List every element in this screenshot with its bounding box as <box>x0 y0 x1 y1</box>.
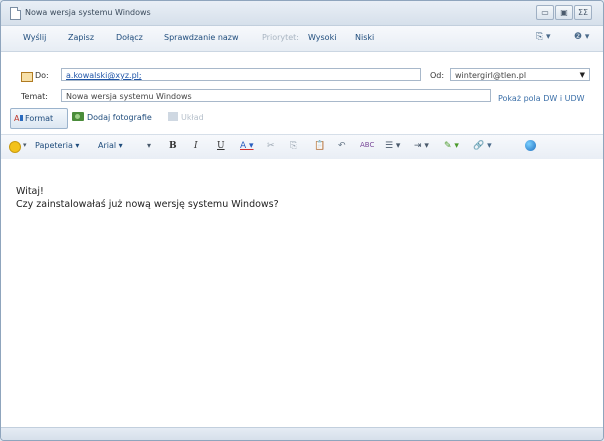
from-label: Od: <box>430 71 445 80</box>
layout-button[interactable]: Układ <box>181 113 204 122</box>
maximize-button[interactable]: ▣ <box>555 5 573 20</box>
dropdown-arrow-icon: ▼ <box>579 71 585 79</box>
command-bar: Wyślij Zapisz Dołącz Sprawdzanie nazw Pr… <box>1 26 603 52</box>
emoticon-icon[interactable] <box>9 141 21 153</box>
font-dropdown[interactable]: Arial ▾ <box>98 141 123 150</box>
from-select[interactable]: wintergirl@tlen.pl ▼ <box>450 68 590 81</box>
formatting-toolbar: ▾ Papeteria ▾ Arial ▾ ▾ B I U A ▾ ✂ ⎘ 📋 … <box>1 134 603 160</box>
to-recipient[interactable]: a.kowalski@xyz.pl; <box>66 71 142 80</box>
svg-text:A: A <box>14 114 20 123</box>
view-icon[interactable]: ⎘ ▾ <box>536 32 551 42</box>
italic-button[interactable]: I <box>194 141 198 151</box>
compose-window: Nowa wersja systemu Windows ▭ ▣ ΣΣ Wyśli… <box>0 0 604 441</box>
help-icon[interactable]: ❷ ▾ <box>574 32 589 42</box>
font-color-button[interactable]: A ▾ <box>240 141 254 151</box>
indent-icon[interactable]: ⇥ ▾ <box>414 141 429 151</box>
window-title: Nowa wersja systemu Windows <box>25 8 151 17</box>
priority-high-button[interactable]: Wysoki <box>308 33 336 42</box>
underline-button[interactable]: U <box>217 141 225 151</box>
status-bar <box>1 427 603 440</box>
priority-label: Priorytet: <box>262 33 300 42</box>
minimize-button[interactable]: ▭ <box>536 5 554 20</box>
save-button[interactable]: Zapisz <box>68 33 94 42</box>
close-button[interactable]: ΣΣ <box>574 5 592 20</box>
copy-icon[interactable]: ⎘ <box>290 141 297 151</box>
stationery-dropdown[interactable]: Papeteria ▾ <box>35 141 79 150</box>
cut-icon[interactable]: ✂ <box>267 141 275 151</box>
priority-low-button[interactable]: Niski <box>355 33 374 42</box>
emoticon-dropdown-icon[interactable]: ▾ <box>23 141 27 149</box>
undo-icon[interactable]: ↶ <box>338 141 346 151</box>
font-size-dropdown[interactable]: ▾ <box>147 141 151 150</box>
paste-icon[interactable]: 📋 <box>314 141 325 151</box>
add-photos-button[interactable]: Dodaj fotografie <box>87 113 152 122</box>
format-label: Format <box>25 114 54 123</box>
layout-icon <box>168 112 178 121</box>
subject-field[interactable]: Nowa wersja systemu Windows <box>61 89 491 102</box>
title-bar: Nowa wersja systemu Windows ▭ ▣ ΣΣ <box>1 1 603 26</box>
subject-label: Temat: <box>21 92 48 101</box>
address-book-icon[interactable] <box>21 72 33 82</box>
globe-icon[interactable] <box>525 140 536 151</box>
send-button[interactable]: Wyślij <box>23 33 46 42</box>
document-icon <box>10 7 21 20</box>
attach-button[interactable]: Dołącz <box>116 33 143 42</box>
photo-icon <box>72 112 84 121</box>
bold-button[interactable]: B <box>169 141 177 151</box>
format-button[interactable]: A Format <box>10 108 68 129</box>
from-value: wintergirl@tlen.pl <box>455 71 527 80</box>
message-line-2: Czy zainstalowałaś już nową wersję syste… <box>16 199 279 210</box>
to-label: Do: <box>35 71 49 80</box>
link-icon[interactable]: 🔗 ▾ <box>473 141 492 151</box>
spelling-icon[interactable]: ABC <box>360 141 374 149</box>
list-icon[interactable]: ☰ ▾ <box>385 141 400 151</box>
message-body[interactable]: Witaj! Czy zainstalowałaś już nową wersj… <box>1 159 603 427</box>
show-cc-bcc-link[interactable]: Pokaż pola DW i UDW <box>498 94 585 103</box>
highlight-icon[interactable]: ✎ ▾ <box>444 141 459 151</box>
to-field[interactable]: a.kowalski@xyz.pl; <box>61 68 421 81</box>
message-line-1: Witaj! <box>16 186 44 197</box>
check-names-button[interactable]: Sprawdzanie nazw <box>164 33 239 42</box>
subject-value: Nowa wersja systemu Windows <box>66 92 192 101</box>
format-icon: A <box>14 114 23 123</box>
